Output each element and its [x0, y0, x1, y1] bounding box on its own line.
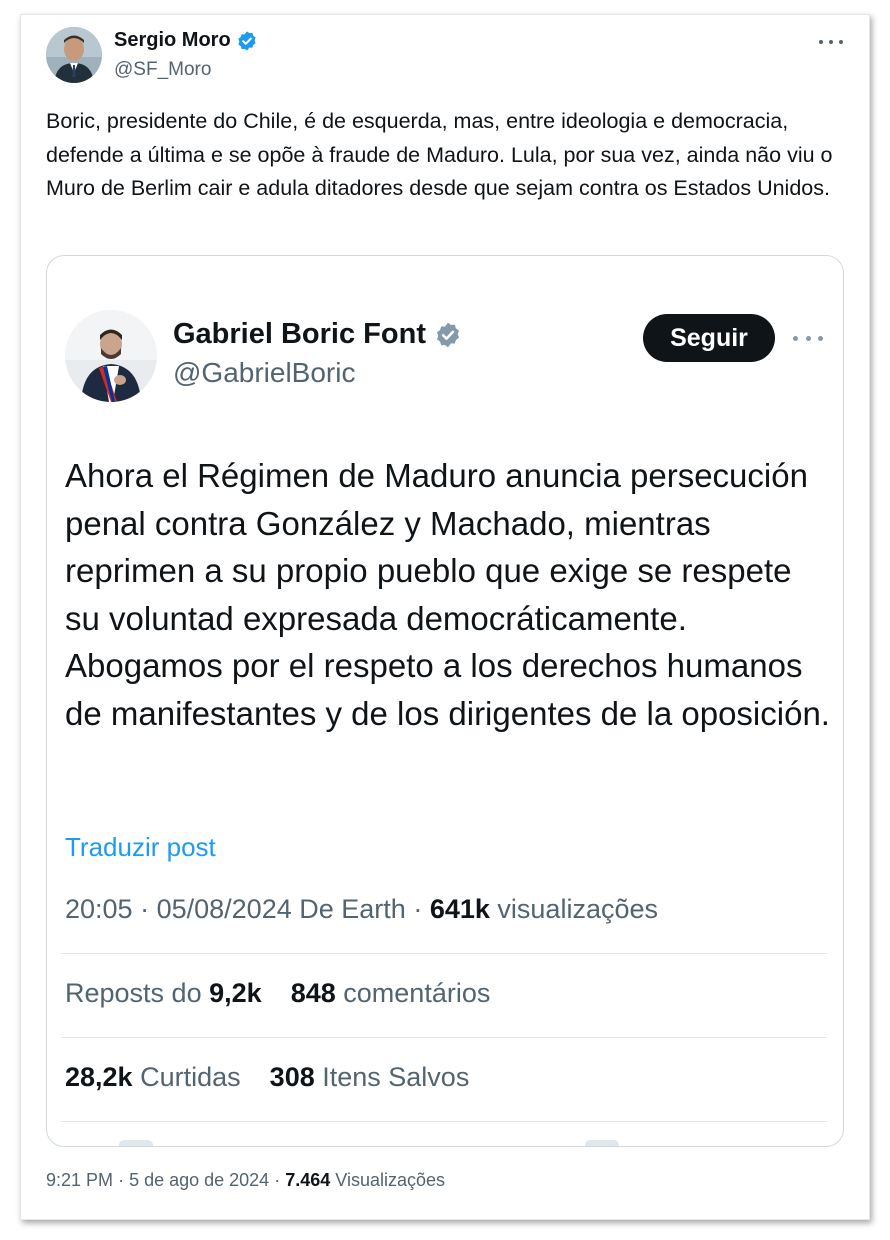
follow-button[interactable]: Seguir — [643, 314, 775, 362]
dot — [839, 40, 843, 44]
verified-badge-icon — [238, 30, 256, 51]
quoted-post-source: De Earth — [299, 894, 406, 924]
quoted-post[interactable]: Gabriel Boric Font @GabrielBoric Seguir … — [46, 255, 844, 1147]
repost-comment-stats: Reposts do 9,2k 848 comentários — [65, 978, 490, 1009]
saves-label: Itens Salvos — [322, 1062, 470, 1092]
post-text: Boric, presidente do Chile, é de esquerd… — [46, 109, 833, 200]
quoted-views-count: 641k — [429, 894, 490, 924]
divider — [61, 1121, 827, 1122]
quoted-author-handle[interactable]: @GabrielBoric — [173, 357, 355, 389]
reposts-prefix: Reposts do — [65, 978, 202, 1008]
quoted-post-meta: 20:05 · 05/08/2024 De Earth · 641k visua… — [65, 894, 658, 925]
dot — [793, 335, 798, 341]
likes-link[interactable]: 28,2k Curtidas — [65, 1062, 248, 1092]
post-time[interactable]: 9:21 PM — [46, 1170, 113, 1190]
comments-link[interactable]: 848 comentários — [291, 978, 491, 1008]
quoted-post-text: Ahora el Régimen de Maduro anuncia perse… — [65, 457, 830, 732]
action-bar-peek — [585, 1140, 619, 1146]
action-bar-peek — [119, 1140, 153, 1146]
separator: · — [274, 1170, 286, 1190]
translate-post-link[interactable]: Traduzir post — [65, 832, 216, 863]
post-views-count: 7.464 — [285, 1170, 331, 1190]
divider — [61, 953, 827, 954]
quoted-author-name-row[interactable]: Gabriel Boric Font — [173, 318, 462, 351]
author-avatar[interactable] — [46, 27, 102, 83]
divider — [61, 1037, 827, 1038]
dot — [818, 335, 823, 341]
separator: · — [413, 894, 430, 924]
verified-badge-icon — [437, 322, 459, 347]
more-options-icon[interactable] — [793, 332, 823, 344]
saves-count: 308 — [269, 1062, 315, 1092]
separator: · — [140, 894, 157, 924]
reposts-count: 9,2k — [209, 978, 262, 1008]
comments-count: 848 — [290, 978, 336, 1008]
author-handle[interactable]: @SF_Moro — [114, 59, 211, 81]
likes-label: Curtidas — [140, 1062, 241, 1092]
post-date[interactable]: 5 de ago de 2024 — [129, 1170, 269, 1190]
quoted-post-time[interactable]: 20:05 — [65, 894, 133, 924]
dot — [829, 40, 833, 44]
post-views-label: Visualizações — [335, 1170, 446, 1190]
dot — [819, 40, 823, 44]
reposts-link[interactable]: Reposts do 9,2k — [65, 978, 269, 1008]
saves-link[interactable]: 308 Itens Salvos — [270, 1062, 470, 1092]
quoted-author-avatar[interactable] — [65, 310, 157, 402]
post-meta: 9:21 PM · 5 de ago de 2024 · 7.464 Visua… — [46, 1170, 445, 1191]
separator: · — [118, 1170, 130, 1190]
likes-count: 28,2k — [65, 1062, 133, 1092]
quoted-post-date[interactable]: 05/08/2024 — [157, 894, 292, 924]
quoted-author-name[interactable]: Gabriel Boric Font — [173, 318, 426, 351]
post-card: Sergio Moro @SF_Moro Boric, presidente d… — [20, 14, 870, 1220]
like-save-stats: 28,2k Curtidas 308 Itens Salvos — [65, 1062, 469, 1093]
comments-label: comentários — [343, 978, 491, 1008]
quoted-views-label: visualizações — [497, 894, 658, 924]
author-name-row[interactable]: Sergio Moro — [114, 29, 258, 52]
more-options-icon[interactable] — [819, 35, 843, 49]
author-name[interactable]: Sergio Moro — [114, 29, 231, 52]
dot — [805, 335, 811, 341]
